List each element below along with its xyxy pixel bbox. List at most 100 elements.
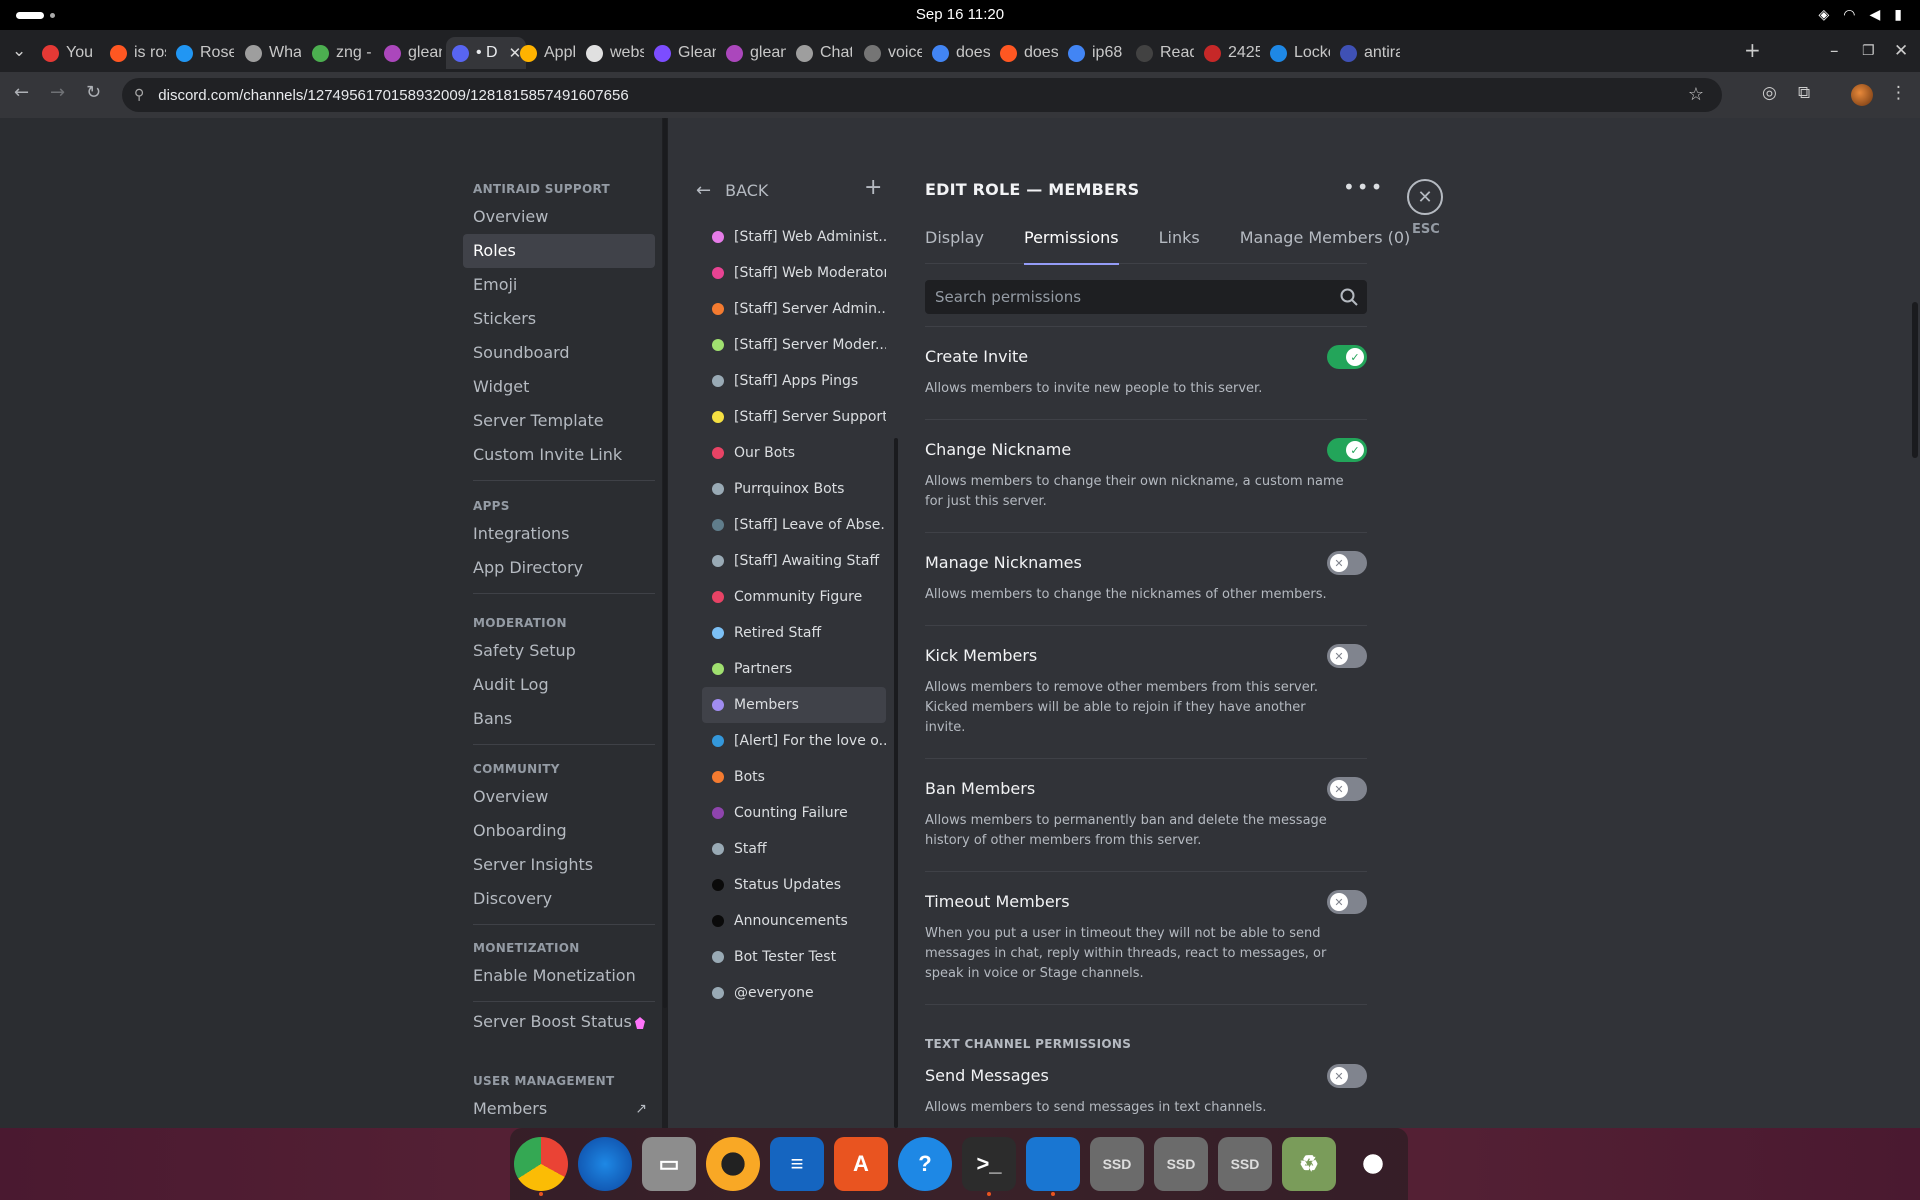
browser-tab[interactable]: You C (36, 37, 98, 69)
browser-tab[interactable]: Apple (514, 37, 576, 69)
profile-avatar[interactable] (1851, 84, 1873, 106)
role-item[interactable]: Partners (702, 651, 886, 687)
browser-tab[interactable]: is ros (104, 37, 166, 69)
browser-tab[interactable]: does (926, 37, 990, 69)
role-item[interactable]: [Staff] Apps Pings (702, 363, 886, 399)
bookmark-star-icon[interactable]: ☆ (1688, 84, 1704, 105)
role-item[interactable]: Status Updates (702, 867, 886, 903)
sidebar-item[interactable]: Roles (463, 234, 655, 268)
browser-tab[interactable]: glean (378, 37, 442, 69)
sidebar-item[interactable]: Stickers (463, 302, 655, 336)
app-center-icon[interactable]: A (834, 1137, 888, 1191)
browser-tab[interactable]: Readi (1130, 37, 1194, 69)
trash-icon[interactable]: ♻ (1282, 1137, 1336, 1191)
browser-tab[interactable]: Chat (790, 37, 852, 69)
reload-icon[interactable]: ↻ (86, 82, 101, 103)
wifi-icon[interactable]: ◠ (1843, 6, 1855, 23)
browser-tab[interactable]: Glean (648, 37, 716, 69)
role-item[interactable]: Staff (702, 831, 886, 867)
role-item[interactable]: [Staff] Leave of Abse... (702, 507, 886, 543)
browser-tab[interactable]: Locko (1264, 37, 1330, 69)
sidebar-item[interactable]: Audit Log (463, 668, 655, 702)
sidebar-item[interactable]: Members ↗ (463, 1092, 655, 1126)
tab-links[interactable]: Links (1159, 228, 1200, 264)
role-item[interactable]: [Staff] Server Moder... (702, 327, 886, 363)
role-item[interactable]: Purrquinox Bots (702, 471, 886, 507)
address-bar[interactable]: ⚲ discord.com/channels/12749561701589320… (122, 78, 1722, 112)
system-tray[interactable]: ◈ ◠ ◀ ▮ (1819, 6, 1903, 23)
role-item[interactable]: [Alert] For the love o... (702, 723, 886, 759)
sidebar-item[interactable]: Overview (463, 780, 655, 814)
permission-toggle[interactable]: ✕ (1327, 777, 1367, 801)
sidebar-item[interactable]: Bans (463, 702, 655, 736)
lens-icon[interactable]: ◎ (1762, 83, 1777, 103)
role-item[interactable]: Bots (702, 759, 886, 795)
permission-toggle[interactable]: ✓ (1327, 345, 1367, 369)
rhythmbox-icon[interactable] (706, 1137, 760, 1191)
restore-icon[interactable]: ❐ (1862, 43, 1875, 59)
back-arrow-icon[interactable]: ← (14, 82, 29, 103)
help-icon[interactable]: ? (898, 1137, 952, 1191)
sidebar-item[interactable]: App Directory (463, 551, 655, 585)
clock[interactable]: Sep 16 11:20 (0, 6, 1920, 23)
sidebar-item[interactable]: Server Template (463, 404, 655, 438)
forward-arrow-icon[interactable]: → (50, 82, 65, 103)
browser-tab[interactable]: ip68 i (1062, 37, 1126, 69)
role-item[interactable]: [Staff] Server Support (702, 399, 886, 435)
role-item[interactable]: Community Figure (702, 579, 886, 615)
files-icon[interactable]: ▭ (642, 1137, 696, 1191)
search-input[interactable] (925, 280, 1325, 314)
sidebar-item[interactable]: Discovery (463, 882, 655, 916)
ssd-drive-icon[interactable]: SSD (1090, 1137, 1144, 1191)
sidebar-item[interactable]: Onboarding (463, 814, 655, 848)
role-item[interactable]: Members (702, 687, 886, 723)
editor-scrollbar[interactable] (1910, 118, 1918, 1128)
permission-toggle[interactable]: ✓ (1327, 438, 1367, 462)
sidebar-item[interactable]: Enable Monetization (463, 959, 655, 993)
browser-tab[interactable]: glean (720, 37, 786, 69)
ssd-drive-icon[interactable]: SSD (1154, 1137, 1208, 1191)
create-role-button[interactable]: + (864, 175, 882, 200)
browser-tab[interactable]: voice (858, 37, 922, 69)
more-options-icon[interactable]: ••• (1343, 175, 1384, 199)
sidebar-scroll-thumb[interactable] (663, 118, 667, 1008)
sidebar-item[interactable]: Custom Invite Link (463, 438, 655, 472)
url-text[interactable]: discord.com/channels/1274956170158932009… (158, 87, 628, 104)
terminal-icon[interactable]: >_ (962, 1137, 1016, 1196)
app-grid-icon[interactable] (1346, 1137, 1400, 1191)
vscode-icon[interactable] (1026, 1137, 1080, 1196)
role-item[interactable]: Announcements (702, 903, 886, 939)
tab-search-chevron-icon[interactable]: ⌄ (12, 41, 26, 61)
role-item[interactable]: [Staff] Web Moderator (702, 255, 886, 291)
minimize-icon[interactable]: – (1830, 41, 1839, 61)
back-button[interactable]: ← BACK (696, 180, 768, 201)
browser-tab[interactable]: zng - r (306, 37, 374, 69)
menu-kebab-icon[interactable]: ⋮ (1890, 83, 1907, 103)
role-item[interactable]: Retired Staff (702, 615, 886, 651)
sidebar-item[interactable]: Server Boost Status (463, 1005, 655, 1039)
permission-toggle[interactable]: ✕ (1327, 551, 1367, 575)
search-icon[interactable] (1339, 287, 1359, 307)
sidebar-item[interactable]: Server Insights (463, 848, 655, 882)
browser-tab[interactable]: 2425f (1198, 37, 1260, 69)
writer-icon[interactable]: ≡ (770, 1137, 824, 1191)
volume-icon[interactable]: ◀ (1870, 6, 1881, 23)
browser-tab[interactable]: What (239, 37, 301, 69)
role-list-scrollbar[interactable] (894, 118, 898, 1128)
browser-tab[interactable]: webs (580, 37, 644, 69)
thunderbird-icon[interactable] (578, 1137, 632, 1191)
browser-tab[interactable]: antira (1334, 37, 1400, 69)
tab-manage-members[interactable]: Manage Members (0) (1240, 228, 1411, 264)
site-info-icon[interactable]: ⚲ (134, 87, 144, 103)
tab-display[interactable]: Display (925, 228, 984, 264)
role-item[interactable]: [Staff] Web Administ... (702, 219, 886, 255)
sidebar-item[interactable]: Safety Setup (463, 634, 655, 668)
permission-toggle[interactable]: ✕ (1327, 1064, 1367, 1088)
battery-icon[interactable]: ▮ (1894, 6, 1902, 23)
role-item[interactable]: [Staff] Awaiting Staff (702, 543, 886, 579)
chrome-icon[interactable] (514, 1137, 568, 1196)
new-tab-button[interactable]: + (1744, 38, 1761, 62)
extensions-icon[interactable]: ⧉ (1798, 83, 1810, 103)
browser-tab[interactable]: does (994, 37, 1058, 69)
role-item[interactable]: [Staff] Server Admin... (702, 291, 886, 327)
